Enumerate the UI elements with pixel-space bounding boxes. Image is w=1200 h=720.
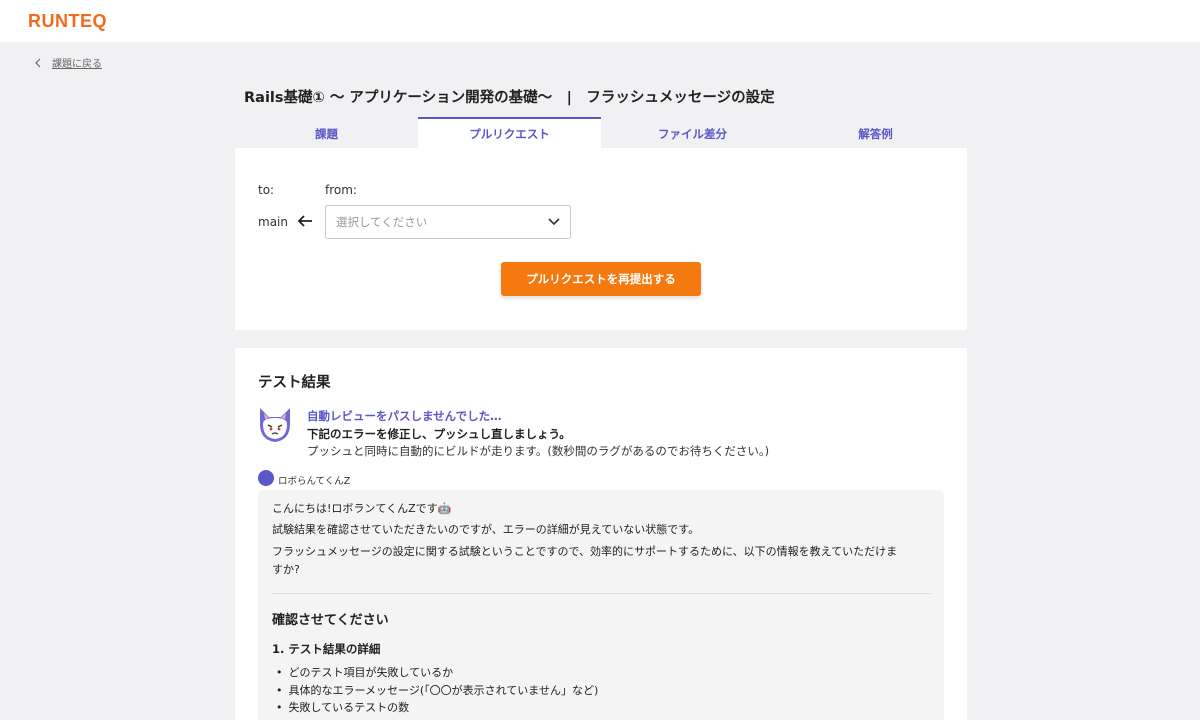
test-detail-heading: 1. テスト結果の詳細 — [272, 642, 381, 656]
test-results-title: テスト結果 — [258, 375, 331, 391]
review-failed-title: 自動レビューをパスしませんでした… — [307, 409, 502, 423]
chevron-down-icon — [548, 218, 560, 226]
review-failed-message: 下記のエラーを修正し、プッシュし直しましょう。 — [307, 427, 571, 441]
page-title: Rails基礎① 〜 アプリケーション開発の基礎〜 | フラッシュメッセージの設… — [244, 90, 775, 106]
list-item: どのテスト項目が失敗しているか — [276, 664, 454, 680]
bot-message-line: すか? — [272, 563, 300, 576]
resubmit-pr-button[interactable]: プルリクエストを再提出する — [501, 262, 701, 296]
bot-message-line: こんにちは!ロボランてくんZです🤖 — [272, 502, 452, 515]
runteq-logo[interactable]: RUNTEQ — [28, 11, 107, 32]
pull-request-card — [235, 148, 967, 330]
tab-answer-example[interactable]: 解答例 — [784, 117, 967, 148]
back-link-label[interactable]: 課題に戻る — [52, 55, 102, 70]
bot-name: ロボらんてくんZ — [278, 476, 351, 487]
bot-message-line: フラッシュメッセージの設定に関する試験ということですので、効率的にサポートするた… — [272, 545, 898, 558]
tab-assignment[interactable]: 課題 — [235, 117, 418, 148]
arrow-left-icon — [297, 215, 312, 227]
review-failed-note: プッシュと同時に自動的にビルドが走ります。(数秒間のラグがあるのでお待ちください… — [307, 444, 770, 458]
bot-message-line: 試験結果を確認させていただきたいのですが、エラーの詳細が見えていない状態です。 — [272, 523, 700, 536]
chevron-left-icon — [35, 58, 41, 67]
to-branch: main — [258, 215, 288, 229]
from-branch-placeholder: 選択してください — [336, 215, 428, 229]
tab-pull-request[interactable]: プルリクエスト — [418, 117, 601, 148]
tab-bar: 課題 プルリクエスト ファイル差分 解答例 — [235, 117, 967, 148]
back-link[interactable]: 課題に戻る — [34, 55, 102, 70]
list-item: 失敗しているテストの数 — [276, 699, 410, 715]
to-label: to: — [258, 183, 275, 197]
message-divider — [272, 593, 931, 594]
from-label: from: — [325, 183, 357, 197]
cat-mascot-icon — [260, 408, 290, 442]
list-item: 具体的なエラーメッセージ(「〇〇が表示されていません」など) — [276, 682, 599, 698]
tab-file-diff[interactable]: ファイル差分 — [601, 117, 784, 148]
app-header: RUNTEQ — [0, 0, 1200, 42]
bot-avatar — [258, 470, 274, 486]
from-branch-select[interactable]: 選択してください — [325, 205, 571, 239]
confirm-heading: 確認させてください — [272, 613, 389, 628]
